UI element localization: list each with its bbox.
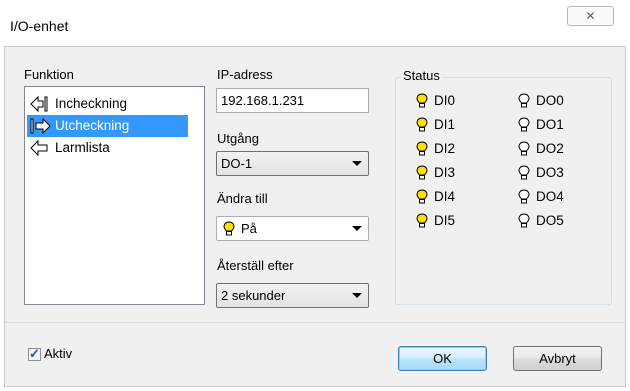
status-item: DO3 [516, 164, 564, 182]
status-item-label: DI2 [434, 141, 456, 156]
close-icon: ✕ [585, 9, 596, 23]
reset-after-value: 2 sekunder [221, 288, 286, 303]
bulb-off-icon [518, 141, 530, 156]
close-button[interactable]: ✕ [567, 6, 614, 26]
change-to-select[interactable]: På [216, 216, 369, 241]
status-item: DO4 [516, 188, 564, 206]
status-item-label: DO0 [536, 93, 564, 108]
bulb-off-icon [518, 117, 530, 132]
status-item: DI0 [414, 92, 455, 110]
bulb-on-icon [416, 117, 428, 132]
list-item-larmlista[interactable]: Larmlista [27, 137, 110, 159]
bulb-off-icon [518, 213, 530, 228]
active-checkbox[interactable]: ✓ [28, 346, 41, 361]
status-item-label: DI1 [434, 117, 456, 132]
status-item-label: DI5 [434, 213, 456, 228]
status-item-label: DO2 [536, 141, 564, 156]
status-item-label: DO5 [536, 213, 564, 228]
ip-address-input[interactable]: 192.168.1.231 [216, 88, 369, 113]
bulb-off-icon [518, 93, 530, 108]
status-item-label: DI3 [434, 165, 456, 180]
status-item: DO0 [516, 92, 564, 110]
chevron-down-icon [352, 293, 362, 298]
list-item-label: Utcheckning [55, 118, 130, 133]
bulb-on-icon [416, 165, 428, 180]
status-item-label: DO3 [536, 165, 564, 180]
bulb-on-icon [416, 213, 428, 228]
output-select[interactable]: DO-1 [216, 151, 369, 176]
chevron-down-icon [352, 161, 362, 166]
active-label: Aktiv [44, 346, 73, 361]
list-item-label: Larmlista [55, 140, 110, 155]
ip-address-label: IP-adress [217, 67, 273, 82]
status-item: DI2 [414, 140, 455, 158]
footer-divider [5, 322, 625, 323]
cancel-button[interactable]: Avbryt [513, 346, 602, 371]
status-item-label: DO4 [536, 189, 564, 204]
output-select-value: DO-1 [221, 156, 253, 171]
reset-after-select[interactable]: 2 sekunder [216, 283, 369, 308]
bulb-on-icon [416, 141, 428, 156]
arrow-back-icon [30, 139, 48, 157]
status-item-label: DO1 [536, 117, 564, 132]
status-item-label: DI4 [434, 189, 456, 204]
status-item: DO5 [516, 212, 564, 230]
list-item-utcheckning[interactable]: Utcheckning [27, 115, 188, 137]
status-title: Status [401, 68, 442, 83]
status-item: DI3 [414, 164, 455, 182]
function-label: Funktion [24, 67, 74, 82]
list-item-incheckning[interactable]: Incheckning [27, 93, 127, 115]
checkmark-icon: ✓ [29, 346, 40, 361]
bulb-on-icon [416, 189, 428, 204]
change-to-value: På [241, 221, 257, 236]
status-item-label: DI0 [434, 93, 456, 108]
bulb-off-icon [518, 189, 530, 204]
bulb-on-icon [223, 221, 235, 236]
arrow-out-icon [30, 117, 51, 135]
arrow-in-icon [30, 95, 48, 113]
status-item: DO1 [516, 116, 564, 134]
status-item: DI5 [414, 212, 455, 230]
title-bar: I/O-enhet ✕ [0, 0, 630, 46]
chevron-down-icon [352, 226, 362, 231]
output-label: Utgång [217, 131, 259, 146]
status-item: DO2 [516, 140, 564, 158]
reset-after-label: Återställ efter [217, 258, 294, 273]
function-listbox[interactable]: Incheckning Utcheckning Larmlista [24, 86, 205, 305]
bulb-off-icon [518, 165, 530, 180]
ok-button[interactable]: OK [398, 346, 487, 371]
bulb-on-icon [416, 93, 428, 108]
status-item: DI1 [414, 116, 455, 134]
window-title: I/O-enhet [10, 18, 69, 34]
change-to-label: Ändra till [217, 191, 268, 206]
status-item: DI4 [414, 188, 455, 206]
list-item-label: Incheckning [55, 96, 128, 111]
